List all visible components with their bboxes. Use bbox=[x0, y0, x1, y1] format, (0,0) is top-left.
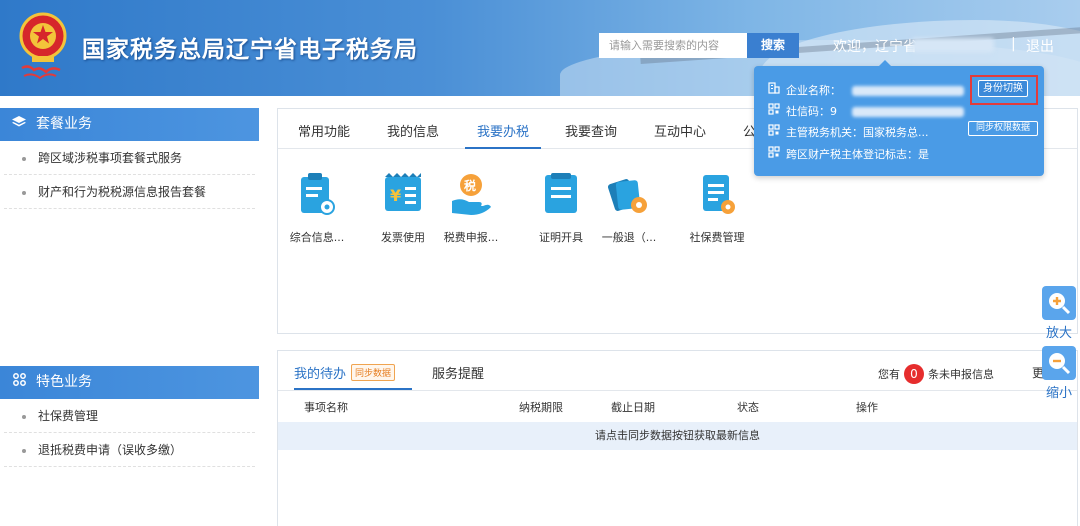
identity-switch-button[interactable]: 身份切换 bbox=[978, 80, 1028, 97]
bullet-icon bbox=[22, 448, 26, 453]
sidebar: 套餐业务 跨区域涉税事项套餐式服务 财产和行为税税源信息报告套餐 特色业务 社保… bbox=[0, 108, 259, 526]
cross-region-row: 跨区财产税主体登记标志：是 bbox=[768, 146, 929, 162]
zoom-out-control[interactable]: 缩小 bbox=[1040, 346, 1078, 401]
pending-notice: 您有 0 条未申报信息 bbox=[878, 364, 994, 384]
sidebar-item-label: 财产和行为税税源信息报告套餐 bbox=[38, 185, 207, 199]
tab-query[interactable]: 我要查询 bbox=[565, 121, 617, 149]
credit-code-redacted bbox=[852, 107, 964, 117]
pending-count-badge: 0 bbox=[904, 364, 924, 384]
invoice-icon: ¥ bbox=[381, 169, 425, 219]
function-info-report[interactable]: 综合信息... bbox=[282, 169, 352, 245]
column-header: 事项名称 bbox=[304, 401, 348, 414]
zoom-in-label[interactable]: 放大 bbox=[1040, 322, 1078, 341]
function-label: 证明开具 bbox=[539, 231, 583, 244]
company-row: 企业名称： bbox=[768, 82, 841, 98]
sync-permission-button[interactable]: 同步权限数据 bbox=[968, 121, 1038, 136]
bullet-icon bbox=[22, 156, 26, 161]
bullet-icon bbox=[22, 414, 26, 419]
function-label: 一般退（... bbox=[601, 231, 657, 244]
authority-value: 国家税务总... bbox=[863, 126, 929, 139]
tab-interaction[interactable]: 互动中心 bbox=[654, 121, 706, 149]
empty-table-row: 请点击同步数据按钮获取最新信息 bbox=[278, 422, 1077, 450]
zoom-in-icon[interactable] bbox=[1042, 286, 1076, 320]
sidebar-item-property-tax[interactable]: 财产和行为税税源信息报告套餐 bbox=[4, 175, 255, 209]
search-input[interactable]: 请输入需要搜索的内容 bbox=[599, 33, 747, 58]
svg-text:税: 税 bbox=[464, 178, 476, 193]
function-tax-declare[interactable]: 税 税费申报... bbox=[436, 169, 506, 245]
todo-panel: 我的待办 同步数据 服务提醒 您有 0 条未申报信息 更 事项名称 纳税期限 截止日… bbox=[277, 350, 1078, 526]
function-refund[interactable]: 一般退（... bbox=[594, 169, 664, 245]
sidebar-group-label: 套餐业务 bbox=[36, 116, 92, 132]
function-label: 社保费管理 bbox=[689, 231, 745, 244]
cross-region-label: 跨区财产税主体登记标志： bbox=[786, 148, 918, 161]
zoom-out-icon[interactable] bbox=[1042, 346, 1076, 380]
column-header: 截止日期 bbox=[611, 401, 655, 414]
welcome-text: 欢迎，辽宁省 bbox=[833, 39, 917, 55]
company-label: 企业名称： bbox=[786, 84, 841, 97]
social-insurance-icon bbox=[695, 169, 739, 219]
header-separator: | bbox=[1011, 36, 1016, 52]
bullet-icon bbox=[22, 190, 26, 195]
sidebar-item-label: 跨区域涉税事项套餐式服务 bbox=[38, 151, 183, 165]
layers-icon bbox=[12, 108, 26, 141]
notice-suffix: 条未申报信息 bbox=[928, 368, 994, 381]
tab-service-reminder[interactable]: 服务提醒 bbox=[432, 363, 484, 382]
sidebar-group-package[interactable]: 套餐业务 bbox=[0, 108, 259, 141]
logout-link[interactable]: 退出 bbox=[1026, 36, 1054, 56]
tab-tax-handling[interactable]: 我要办税 bbox=[465, 121, 541, 149]
sync-data-button[interactable]: 同步数据 bbox=[351, 364, 396, 381]
user-name-redacted bbox=[912, 38, 994, 52]
todo-table-header: 事项名称 纳税期限 截止日期 状态 操作 bbox=[278, 391, 1077, 421]
svg-text:¥: ¥ bbox=[390, 186, 401, 205]
credit-code-label: 社信码： bbox=[786, 105, 830, 118]
authority-row: 主管税务机关：国家税务总... bbox=[768, 124, 929, 140]
tab-label: 我的待办 bbox=[294, 367, 347, 382]
tax-declare-icon: 税 bbox=[449, 169, 493, 219]
search-button[interactable]: 搜索 bbox=[747, 33, 799, 58]
authority-label: 主管税务机关： bbox=[786, 126, 863, 139]
sidebar-item-cross-region[interactable]: 跨区域涉税事项套餐式服务 bbox=[4, 141, 255, 175]
sidebar-group-label: 特色业务 bbox=[36, 374, 92, 390]
column-header: 纳税期限 bbox=[519, 401, 563, 414]
refund-icon bbox=[607, 169, 651, 219]
zoom-out-label[interactable]: 缩小 bbox=[1040, 382, 1078, 401]
function-certificate[interactable]: 证明开具 bbox=[526, 169, 596, 245]
column-header: 状态 bbox=[737, 401, 759, 414]
function-invoice[interactable]: ¥ 发票使用 bbox=[368, 169, 438, 245]
function-label: 综合信息... bbox=[289, 231, 345, 244]
function-social-insurance[interactable]: 社保费管理 bbox=[682, 169, 752, 245]
sidebar-group-featured[interactable]: 特色业务 bbox=[0, 366, 259, 399]
grid-icon bbox=[12, 366, 26, 399]
credit-code-row: 社信码：9 bbox=[768, 103, 837, 119]
tab-my-info[interactable]: 我的信息 bbox=[387, 121, 439, 149]
function-label: 发票使用 bbox=[381, 231, 425, 244]
sidebar-item-label: 社保费管理 bbox=[38, 409, 99, 423]
company-name-redacted bbox=[852, 86, 964, 96]
notice-prefix: 您有 bbox=[878, 368, 900, 381]
popup-arrow bbox=[879, 60, 891, 66]
sidebar-item-label: 退抵税费申请（误收多缴） bbox=[38, 443, 183, 457]
cross-region-value: 是 bbox=[918, 148, 929, 161]
certificate-icon bbox=[539, 169, 583, 219]
sidebar-item-social-insurance[interactable]: 社保费管理 bbox=[4, 399, 255, 433]
tax-emblem-logo[interactable] bbox=[14, 10, 72, 82]
tab-common[interactable]: 常用功能 bbox=[298, 121, 350, 149]
info-report-icon bbox=[295, 169, 339, 219]
sidebar-item-refund[interactable]: 退抵税费申请（误收多缴） bbox=[4, 433, 255, 467]
qr-code-icon bbox=[768, 103, 782, 118]
zoom-in-control[interactable]: 放大 bbox=[1040, 286, 1078, 341]
building-icon bbox=[768, 82, 782, 97]
site-title: 国家税务总局辽宁省电子税务局 bbox=[82, 37, 418, 63]
qr-code-icon bbox=[768, 124, 782, 139]
credit-code-visible: 9 bbox=[830, 105, 837, 118]
function-label: 税费申报... bbox=[443, 231, 499, 244]
column-header: 操作 bbox=[856, 401, 878, 414]
qr-code-icon bbox=[768, 146, 782, 161]
